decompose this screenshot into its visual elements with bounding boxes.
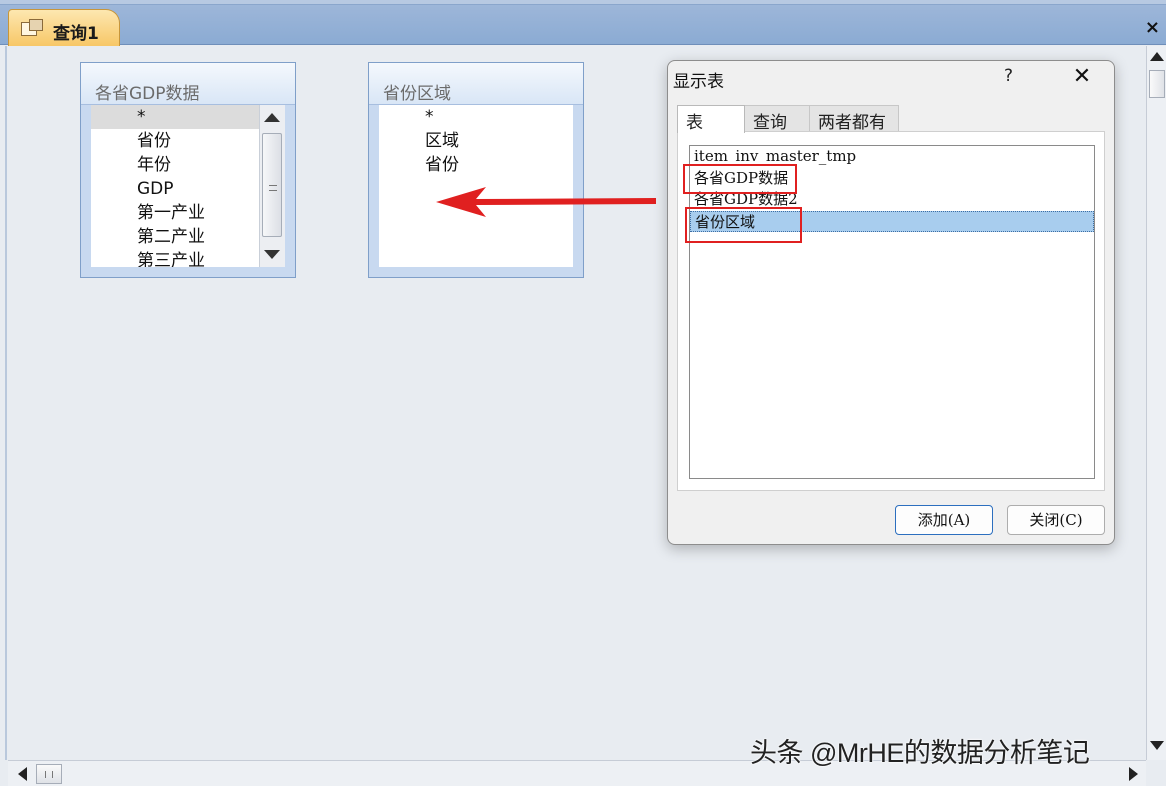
show-table-dialog: 显示表 ? ✕ 表 查询 两者都有 item_inv_master_tmp 各省… [667, 60, 1115, 545]
scroll-thumb[interactable] [1149, 70, 1165, 98]
close-button[interactable]: 关闭(C) [1007, 505, 1105, 535]
left-border [5, 46, 7, 760]
field-list[interactable]: * 省份 年份 GDP 第一产业 第二产业 第三产业 [91, 105, 285, 267]
field-item[interactable]: 第一产业 [91, 201, 285, 225]
field-item[interactable]: * [379, 105, 573, 129]
tab-tables[interactable]: 表 [677, 105, 745, 133]
table-gdp-data[interactable]: 各省GDP数据 * 省份 年份 GDP 第一产业 第二产业 第三产业 [80, 62, 296, 278]
scroll-thumb[interactable] [262, 133, 282, 237]
dialog-title: 显示表 [673, 72, 724, 92]
table-title: 各省GDP数据 [95, 84, 200, 104]
field-list-scrollbar[interactable] [259, 105, 285, 267]
table-title-bar[interactable]: 省份区域 [369, 63, 583, 105]
scroll-left-icon[interactable] [18, 767, 27, 781]
close-document-icon[interactable]: × [1145, 17, 1160, 38]
field-item[interactable]: * [91, 105, 285, 129]
table-title: 省份区域 [383, 84, 451, 104]
field-item[interactable]: 第二产业 [91, 225, 285, 249]
field-item[interactable]: GDP [91, 177, 285, 201]
table-title-bar[interactable]: 各省GDP数据 [81, 63, 295, 105]
document-tab-bar: 查询1 × [0, 5, 1166, 46]
help-icon[interactable]: ? [1004, 66, 1013, 86]
table-province-region[interactable]: 省份区域 * 区域 省份 [368, 62, 584, 278]
add-button[interactable]: 添加(A) [895, 505, 993, 535]
field-item[interactable]: 年份 [91, 153, 285, 177]
field-item[interactable]: 区域 [379, 129, 573, 153]
scroll-down-icon[interactable] [264, 250, 280, 259]
tab-queries[interactable]: 查询 [744, 105, 810, 133]
scroll-up-icon[interactable] [1150, 52, 1164, 61]
tab-panel: item_inv_master_tmp 各省GDP数据 各省GDP数据2 省份区… [677, 131, 1105, 491]
query-icon [21, 19, 45, 39]
tab-both[interactable]: 两者都有 [809, 105, 899, 133]
scroll-up-icon[interactable] [264, 113, 280, 122]
field-item[interactable]: 省份 [379, 153, 573, 177]
field-item[interactable]: 第三产业 [91, 249, 285, 267]
highlight-box [683, 164, 797, 194]
annotation-arrow [436, 187, 656, 217]
query-document-tab[interactable]: 查询1 [8, 9, 120, 46]
query-tab-label: 查询1 [53, 24, 99, 44]
highlight-box [685, 207, 802, 243]
field-item[interactable]: 省份 [91, 129, 285, 153]
scroll-thumb[interactable] [36, 764, 62, 784]
close-dialog-icon[interactable]: ✕ [1068, 63, 1096, 91]
vertical-scrollbar[interactable] [1146, 46, 1166, 760]
arrow-shape [436, 187, 656, 217]
watermark: 头条 @MrHE的数据分析笔记 [750, 738, 1090, 768]
table-listbox[interactable]: item_inv_master_tmp 各省GDP数据 各省GDP数据2 省份区… [689, 145, 1095, 479]
scroll-right-icon[interactable] [1129, 767, 1138, 781]
scroll-down-icon[interactable] [1150, 741, 1164, 750]
